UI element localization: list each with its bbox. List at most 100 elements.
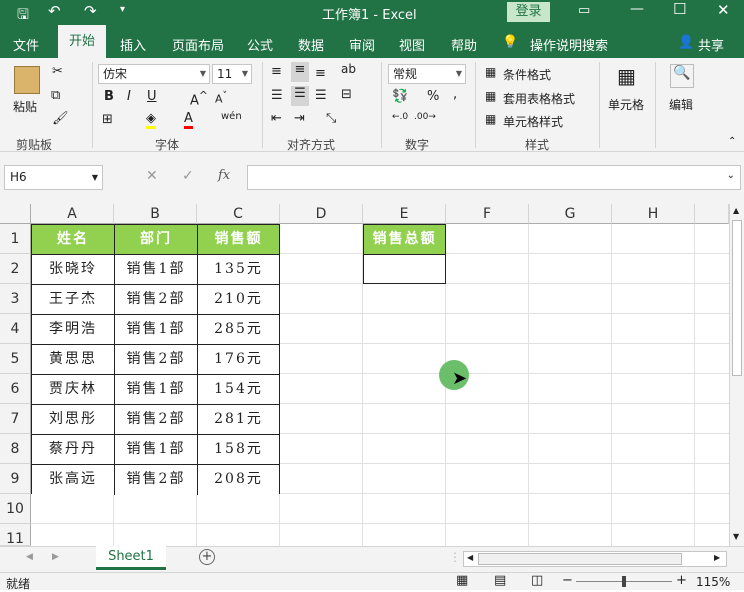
row-header-11[interactable]: 11 (0, 524, 31, 546)
table-cell[interactable]: 王子杰 (32, 285, 115, 315)
align-bottom-icon[interactable]: ≡ (315, 66, 326, 81)
minimize-icon[interactable]: — (630, 1, 644, 17)
share-button[interactable]: 共享 (698, 35, 724, 54)
paste-button[interactable]: 粘贴 (13, 98, 37, 115)
row-header-8[interactable]: 8 (0, 434, 31, 464)
column-header-f[interactable]: F (446, 204, 529, 224)
column-header-e[interactable]: E (363, 204, 446, 224)
tell-me-search[interactable]: 操作说明搜索 (530, 35, 608, 54)
font-size-combo[interactable]: 11 ▼ (212, 64, 252, 84)
increase-decimal-icon[interactable]: ←.0 (392, 112, 408, 122)
select-all-corner[interactable] (0, 204, 31, 224)
orientation-icon[interactable]: ab (341, 62, 356, 76)
editing-button[interactable]: 编辑 (669, 96, 693, 113)
comma-icon[interactable]: , (453, 87, 457, 102)
worksheet-grid[interactable]: A B C D E F G H 1 2 3 4 5 6 7 8 9 10 11 … (0, 204, 744, 546)
table-cell[interactable]: 销售1部 (115, 435, 198, 465)
number-format-combo[interactable]: 常规 ▼ (388, 64, 466, 84)
column-header-d[interactable]: D (280, 204, 363, 224)
italic-button[interactable]: I (127, 89, 131, 104)
table-cell[interactable]: 张晓玲 (32, 255, 115, 285)
zoom-slider-handle[interactable] (622, 576, 626, 587)
row-header-10[interactable]: 10 (0, 494, 31, 524)
enter-icon[interactable]: ✓ (182, 168, 194, 184)
row-header-4[interactable]: 4 (0, 314, 31, 344)
table-cell[interactable]: 176元 (198, 345, 279, 375)
conditional-format-button[interactable]: 条件格式 (503, 66, 551, 83)
increase-font-icon[interactable]: A^ (190, 89, 208, 108)
name-box[interactable]: H6 ▼ (4, 165, 103, 190)
align-right-icon[interactable]: ☰ (315, 88, 327, 103)
cancel-icon[interactable]: ✕ (146, 168, 158, 184)
table-cell[interactable]: 销售1部 (115, 255, 198, 285)
increase-indent-icon[interactable]: ⇥ (294, 111, 305, 126)
percent-icon[interactable]: % (427, 89, 439, 104)
undo-icon[interactable]: ↶ (48, 2, 61, 20)
add-sheet-icon[interactable]: + (199, 549, 215, 565)
tab-data[interactable]: 数据 (298, 35, 324, 54)
login-button[interactable]: 登录 (507, 2, 550, 22)
table-cell[interactable]: 销售2部 (115, 345, 198, 375)
table-cell[interactable]: 李明浩 (32, 315, 115, 345)
table-cell[interactable]: 158元 (198, 435, 279, 465)
summary-header-cell[interactable]: 销售总额 (364, 225, 445, 255)
scroll-up-icon[interactable]: ▲ (733, 206, 739, 215)
table-cell[interactable]: 281元 (198, 405, 279, 435)
scroll-down-icon[interactable]: ▼ (733, 532, 739, 541)
page-layout-view-icon[interactable]: ▤ (494, 573, 506, 588)
table-cell[interactable]: 208元 (198, 465, 279, 495)
collapse-ribbon-icon[interactable]: ⌃ (728, 136, 736, 147)
formula-input[interactable]: ⌄ (247, 165, 741, 190)
prev-sheet-icon[interactable]: ◀ (26, 552, 33, 562)
column-header-h[interactable]: H (612, 204, 695, 224)
zoom-in-icon[interactable]: + (676, 573, 687, 588)
cell-styles-icon[interactable]: ▦ (485, 112, 496, 126)
paste-icon[interactable] (14, 66, 40, 94)
tab-help[interactable]: 帮助 (451, 35, 477, 54)
table-cell[interactable]: 210元 (198, 285, 279, 315)
customize-toolbar-icon[interactable]: ▾ (120, 4, 125, 15)
table-cell[interactable]: 张高远 (32, 465, 115, 495)
table-cell[interactable]: 销售2部 (115, 285, 198, 315)
scroll-left-icon[interactable]: ◀ (467, 553, 473, 562)
table-cell[interactable]: 销售2部 (115, 405, 198, 435)
copy-icon[interactable]: ⧉ (51, 88, 60, 103)
decrease-decimal-icon[interactable]: .00→ (414, 112, 436, 122)
table-cell[interactable]: 蔡丹丹 (32, 435, 115, 465)
column-header-a[interactable]: A (31, 204, 114, 224)
currency-icon[interactable]: 💱 (392, 89, 408, 104)
conditional-format-icon[interactable]: ▦ (485, 65, 496, 79)
decrease-font-icon[interactable]: A˅ (215, 90, 227, 106)
row-header-7[interactable]: 7 (0, 404, 31, 434)
row-header-6[interactable]: 6 (0, 374, 31, 404)
fill-color-icon[interactable]: ◈ (146, 111, 156, 129)
table-cell[interactable]: 刘思彤 (32, 405, 115, 435)
table-cell[interactable]: 285元 (198, 315, 279, 345)
bold-button[interactable]: B (104, 89, 114, 104)
format-as-table-button[interactable]: 套用表格格式 (503, 90, 575, 107)
phonetic-icon[interactable]: wén (221, 111, 242, 122)
redo-icon[interactable]: ↷ (84, 2, 97, 20)
column-header-c[interactable]: C (197, 204, 280, 224)
tab-insert[interactable]: 插入 (120, 35, 146, 54)
row-header-1[interactable]: 1 (0, 224, 31, 254)
decrease-indent-icon[interactable]: ⇤ (271, 111, 282, 126)
table-cell[interactable]: 135元 (198, 255, 279, 285)
column-header-g[interactable]: G (529, 204, 612, 224)
align-top-icon[interactable]: ≡ (271, 64, 282, 79)
format-table-icon[interactable]: ▦ (485, 89, 496, 103)
table-cell[interactable]: 销售1部 (115, 315, 198, 345)
row-header-3[interactable]: 3 (0, 284, 31, 314)
table-cell[interactable]: 销售1部 (115, 375, 198, 405)
row-header-5[interactable]: 5 (0, 344, 31, 374)
header-cell-dept[interactable]: 部门 (115, 225, 198, 255)
page-break-view-icon[interactable]: ◫ (531, 573, 543, 588)
maximize-icon[interactable]: ☐ (673, 0, 686, 18)
close-icon[interactable]: ✕ (717, 1, 730, 19)
align-middle-icon[interactable]: ≡ (291, 62, 309, 82)
tab-formulas[interactable]: 公式 (247, 35, 273, 54)
border-icon[interactable]: ⊞ (102, 112, 113, 127)
horizontal-scrollbar[interactable]: ◀ ▶ (463, 551, 727, 567)
underline-button[interactable]: U (147, 89, 157, 104)
cells-icon[interactable]: ▦ (617, 64, 636, 88)
